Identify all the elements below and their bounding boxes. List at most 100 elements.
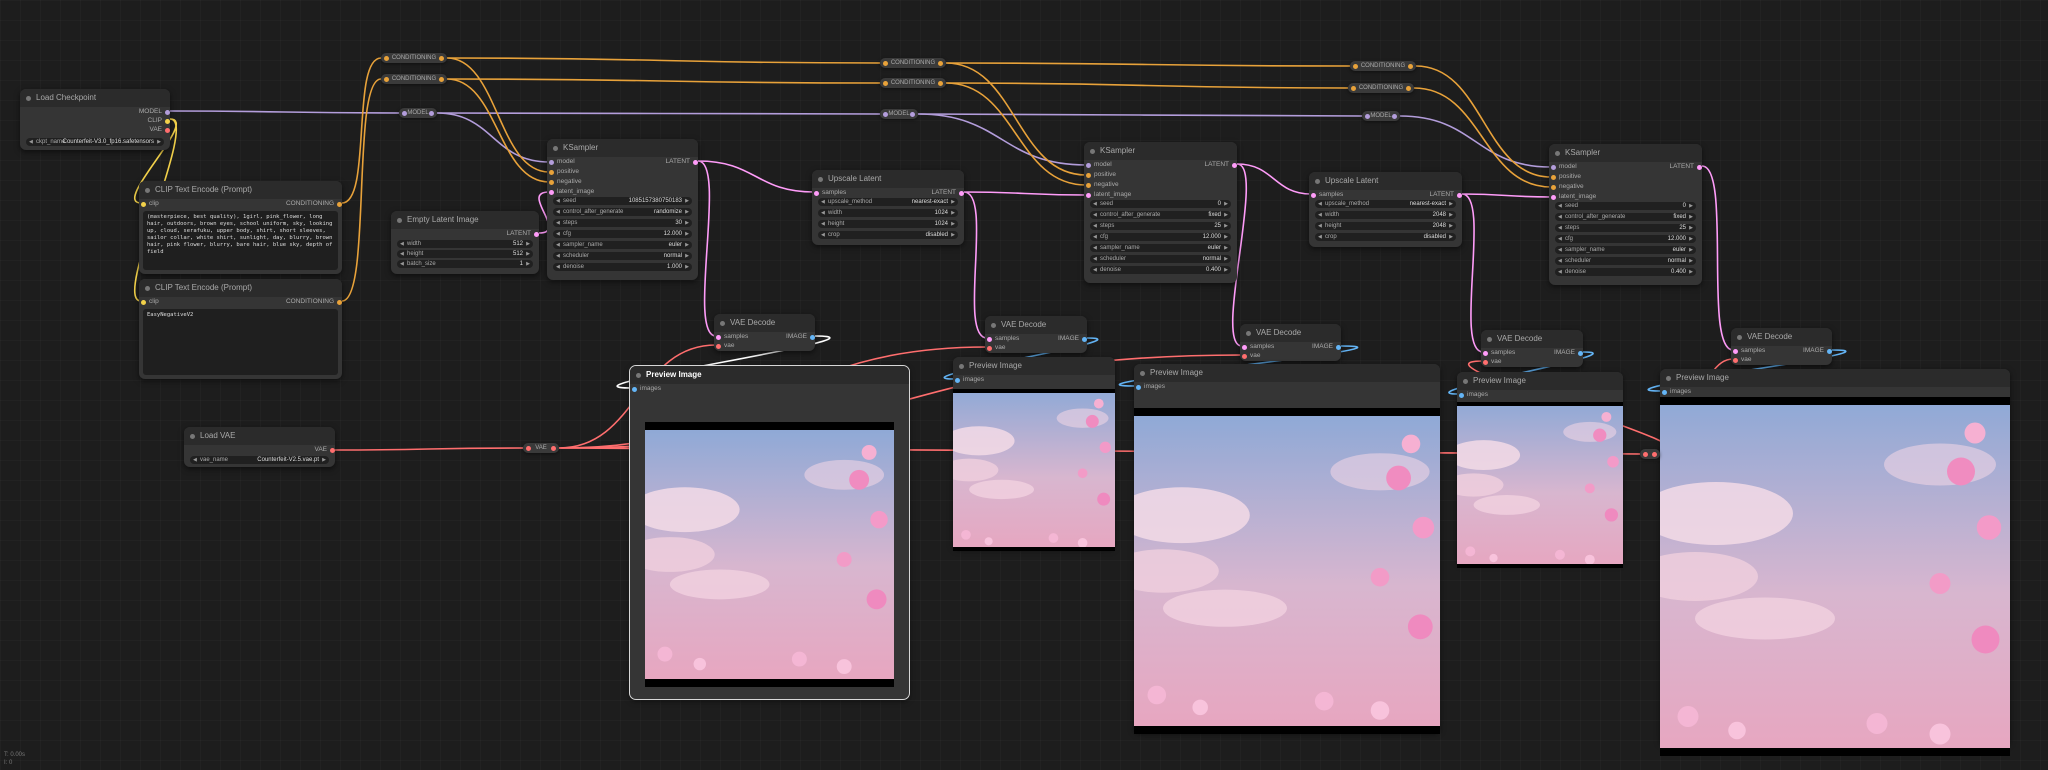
crop-widget[interactable]: ◀ crop disabled ▶ xyxy=(1315,233,1456,241)
reroute-conditioning-5[interactable]: CONDITIONING xyxy=(1350,61,1416,71)
input-dot-icon[interactable] xyxy=(883,80,888,86)
sampler-name-widget[interactable]: ◀ sampler_name euler ▶ xyxy=(553,241,692,249)
width-widget[interactable]: ◀ width 512 ▶ xyxy=(397,240,533,248)
preview-image-node-2[interactable]: Preview Image images xyxy=(953,357,1115,551)
arrow-left-icon[interactable]: ◀ xyxy=(1318,233,1322,241)
decrement-arrow-icon[interactable]: ◀ xyxy=(1093,200,1097,208)
output-dot-icon[interactable] xyxy=(534,231,539,237)
image-output-slot[interactable]: IMAGE xyxy=(1058,335,1087,343)
height-widget[interactable]: ◀ height 512 ▶ xyxy=(397,250,533,258)
collapse-dot-icon[interactable] xyxy=(553,146,558,151)
input-dot-icon[interactable] xyxy=(1551,174,1556,180)
control-after-generate-widget[interactable]: ◀ control_after_generate fixed ▶ xyxy=(1555,213,1696,221)
control-after-generate-widget[interactable]: ◀ control_after_generate fixed ▶ xyxy=(1090,211,1231,219)
reroute-vae-2[interactable] xyxy=(1640,449,1660,459)
collapse-dot-icon[interactable] xyxy=(720,321,725,326)
collapse-dot-icon[interactable] xyxy=(1090,149,1095,154)
conditioning-output-slot[interactable]: CONDITIONING xyxy=(286,298,342,306)
output-dot-icon[interactable] xyxy=(551,445,556,451)
output-dot-icon[interactable] xyxy=(439,55,444,61)
arrow-left-icon[interactable]: ◀ xyxy=(1093,255,1097,263)
vae-input-slot[interactable]: vae xyxy=(716,342,734,350)
increment-arrow-icon[interactable]: ▶ xyxy=(685,219,689,227)
latent-output-slot[interactable]: LATENT xyxy=(1205,161,1237,169)
preview-image-node-3[interactable]: Preview Image images xyxy=(1134,364,1440,734)
positive-input-slot[interactable]: positive xyxy=(1551,173,1581,181)
arrow-right-icon[interactable]: ▶ xyxy=(1689,213,1693,221)
arrow-right-icon[interactable]: ▶ xyxy=(951,198,955,206)
increment-arrow-icon[interactable]: ▶ xyxy=(1449,222,1453,230)
decrement-arrow-icon[interactable]: ◀ xyxy=(400,250,404,258)
vae-decode-node-4[interactable]: VAE Decode samples vae IMAGE xyxy=(1481,330,1583,367)
increment-arrow-icon[interactable]: ▶ xyxy=(526,240,530,248)
output-dot-icon[interactable] xyxy=(1406,85,1411,91)
width-widget[interactable]: ◀ width 1024 ▶ xyxy=(818,209,958,217)
arrow-left-icon[interactable]: ◀ xyxy=(1558,257,1562,265)
load-vae-node[interactable]: Load VAE VAE ◀ vae_name Counterfeit-V2.5.v… xyxy=(184,427,335,467)
input-dot-icon[interactable] xyxy=(1733,348,1738,354)
ckpt-name-combo[interactable]: ◀ ckpt_name Counterfeit-V3.0_fp16.safetens… xyxy=(26,138,164,146)
reroute-conditioning-4[interactable]: CONDITIONING xyxy=(880,78,946,88)
steps-widget[interactable]: ◀ steps 30 ▶ xyxy=(553,219,692,227)
vae-input-slot[interactable]: vae xyxy=(1483,358,1501,366)
output-dot-icon[interactable] xyxy=(1082,336,1087,342)
latent-image-input-slot[interactable]: latent_image xyxy=(549,188,594,196)
sampler-name-widget[interactable]: ◀ sampler_name euler ▶ xyxy=(1090,244,1231,252)
input-dot-icon[interactable] xyxy=(549,159,554,165)
increment-arrow-icon[interactable]: ▶ xyxy=(685,263,689,271)
collapse-dot-icon[interactable] xyxy=(1140,371,1145,376)
ksampler-node-3[interactable]: KSampler model positive negative latent_… xyxy=(1549,144,1702,285)
input-dot-icon[interactable] xyxy=(1483,359,1488,365)
latent-output-slot[interactable]: LATENT xyxy=(1430,191,1462,199)
input-dot-icon[interactable] xyxy=(1733,357,1738,363)
input-dot-icon[interactable] xyxy=(1365,113,1370,119)
output-dot-icon[interactable] xyxy=(938,60,943,66)
vae-input-slot[interactable]: vae xyxy=(1733,356,1751,364)
samples-input-slot[interactable]: samples xyxy=(987,335,1019,343)
input-dot-icon[interactable] xyxy=(549,179,554,185)
reroute-conditioning-1[interactable]: CONDITIONING xyxy=(381,53,447,63)
output-dot-icon[interactable] xyxy=(959,190,964,196)
input-dot-icon[interactable] xyxy=(883,111,888,117)
upscale-method-widget[interactable]: ◀ upscale_method nearest-exact ▶ xyxy=(818,198,958,206)
latent-output-slot[interactable]: LATENT xyxy=(1670,163,1702,171)
vae-decode-node-1[interactable]: VAE Decode samples vae IMAGE xyxy=(714,314,815,351)
model-input-slot[interactable]: model xyxy=(1086,161,1112,169)
output-dot-icon[interactable] xyxy=(938,80,943,86)
node-title[interactable]: KSampler xyxy=(1549,144,1702,162)
decrement-arrow-icon[interactable]: ◀ xyxy=(1558,235,1562,243)
input-dot-icon[interactable] xyxy=(1242,344,1247,350)
output-dot-icon[interactable] xyxy=(910,111,915,117)
collapse-dot-icon[interactable] xyxy=(26,96,31,101)
positive-input-slot[interactable]: positive xyxy=(549,168,579,176)
denoise-widget[interactable]: ◀ denoise 1.000 ▶ xyxy=(553,263,692,271)
width-widget[interactable]: ◀ width 2048 ▶ xyxy=(1315,211,1456,219)
arrow-left-icon[interactable]: ◀ xyxy=(821,198,825,206)
images-input-slot[interactable]: images xyxy=(955,376,984,384)
arrow-right-icon[interactable]: ▶ xyxy=(1689,257,1693,265)
arrow-right-icon[interactable]: ▶ xyxy=(685,241,689,249)
output-dot-icon[interactable] xyxy=(330,447,335,453)
arrow-right-icon[interactable]: ▶ xyxy=(951,231,955,239)
vae-decode-node-2[interactable]: VAE Decode samples vae IMAGE xyxy=(985,316,1087,353)
input-dot-icon[interactable] xyxy=(1086,182,1091,188)
image-output-slot[interactable]: IMAGE xyxy=(1803,347,1832,355)
vae-decode-node-5[interactable]: VAE Decode samples vae IMAGE xyxy=(1731,328,1832,365)
output-dot-icon[interactable] xyxy=(1336,344,1341,350)
input-dot-icon[interactable] xyxy=(1136,384,1141,390)
output-dot-icon[interactable] xyxy=(165,109,170,115)
arrow-right-icon[interactable]: ▶ xyxy=(157,138,161,146)
input-dot-icon[interactable] xyxy=(1086,172,1091,178)
preview-image-node-4[interactable]: Preview Image images xyxy=(1457,372,1623,568)
reroute-conditioning-3[interactable]: CONDITIONING xyxy=(880,58,946,68)
increment-arrow-icon[interactable]: ▶ xyxy=(685,197,689,205)
input-dot-icon[interactable] xyxy=(955,377,960,383)
collapse-dot-icon[interactable] xyxy=(1666,376,1671,381)
model-input-slot[interactable]: model xyxy=(549,158,575,166)
increment-arrow-icon[interactable]: ▶ xyxy=(1224,200,1228,208)
output-dot-icon[interactable] xyxy=(1408,63,1413,69)
node-title[interactable]: CLIP Text Encode (Prompt) xyxy=(139,181,342,199)
input-dot-icon[interactable] xyxy=(384,76,389,82)
input-dot-icon[interactable] xyxy=(1311,192,1316,198)
increment-arrow-icon[interactable]: ▶ xyxy=(685,230,689,238)
